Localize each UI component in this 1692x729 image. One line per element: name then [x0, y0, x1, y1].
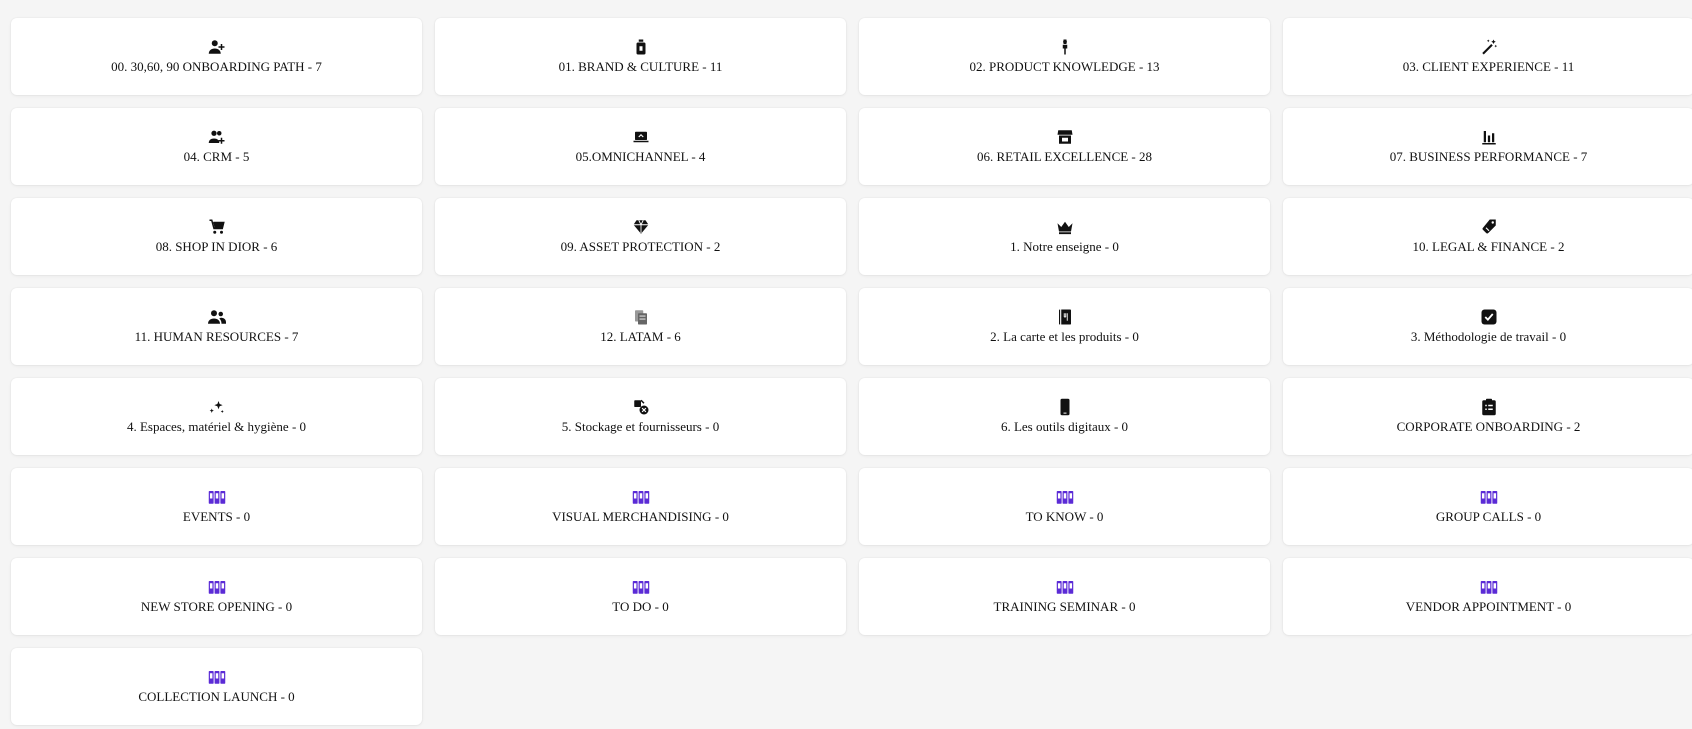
category-label: 4. Espaces, matériel & hygiène - 0 — [126, 419, 307, 434]
diamond-icon — [632, 218, 650, 236]
category-label: TO KNOW - 0 — [1025, 509, 1104, 524]
category-label: 01. BRAND & CULTURE - 11 — [558, 59, 723, 74]
binders-icon — [208, 578, 226, 596]
people-icon — [207, 308, 226, 326]
category-card[interactable]: 00. 30,60, 90 ONBOARDING PATH - 7 — [11, 18, 422, 95]
binders-icon — [632, 578, 650, 596]
price-tag-icon — [1480, 218, 1498, 236]
binders-icon — [208, 668, 226, 686]
category-card[interactable]: CORPORATE ONBOARDING - 2 — [1283, 378, 1692, 455]
category-card[interactable]: VENDOR APPOINTMENT - 0 — [1283, 558, 1692, 635]
checkbox-icon — [1480, 308, 1498, 326]
documents-icon — [632, 308, 650, 326]
person-add-icon — [208, 38, 226, 56]
category-card[interactable]: COLLECTION LAUNCH - 0 — [11, 648, 422, 725]
category-label: 2. La carte et les produits - 0 — [990, 329, 1139, 344]
category-label: 06. RETAIL EXCELLENCE - 28 — [976, 149, 1153, 164]
clipboard-list-icon — [1480, 398, 1498, 416]
lipstick-icon — [1056, 38, 1074, 56]
binders-icon — [1480, 578, 1498, 596]
category-card[interactable]: 12. LATAM - 6 — [435, 288, 846, 365]
category-card[interactable]: 10. LEGAL & FINANCE - 2 — [1283, 198, 1692, 275]
category-card[interactable]: 09. ASSET PROTECTION - 2 — [435, 198, 846, 275]
category-label: 08. SHOP IN DIOR - 6 — [155, 239, 278, 254]
category-label: GROUP CALLS - 0 — [1435, 509, 1542, 524]
category-card[interactable]: 4. Espaces, matériel & hygiène - 0 — [11, 378, 422, 455]
magic-wand-icon — [1480, 38, 1498, 56]
category-card[interactable]: 06. RETAIL EXCELLENCE - 28 — [859, 108, 1270, 185]
category-card[interactable]: TO DO - 0 — [435, 558, 846, 635]
category-label: 07. BUSINESS PERFORMANCE - 7 — [1389, 149, 1588, 164]
category-card[interactable]: 03. CLIENT EXPERIENCE - 11 — [1283, 18, 1692, 95]
category-label: 00. 30,60, 90 ONBOARDING PATH - 7 — [111, 59, 322, 74]
category-card[interactable]: 5. Stockage et fournisseurs - 0 — [435, 378, 846, 455]
category-label: 6. Les outils digitaux - 0 — [1000, 419, 1129, 434]
category-label: TRAINING SEMINAR - 0 — [993, 599, 1136, 614]
category-card[interactable]: 01. BRAND & CULTURE - 11 — [435, 18, 846, 95]
category-card[interactable]: GROUP CALLS - 0 — [1283, 468, 1692, 545]
smartphone-icon — [1056, 398, 1074, 416]
category-label: COLLECTION LAUNCH - 0 — [138, 689, 295, 704]
binders-icon — [208, 488, 226, 506]
category-card[interactable]: 04. CRM - 5 — [11, 108, 422, 185]
category-card[interactable]: NEW STORE OPENING - 0 — [11, 558, 422, 635]
category-label: 10. LEGAL & FINANCE - 2 — [1412, 239, 1565, 254]
category-label: 5. Stockage et fournisseurs - 0 — [561, 419, 720, 434]
category-card[interactable]: 02. PRODUCT KNOWLEDGE - 13 — [859, 18, 1270, 95]
category-grid: 00. 30,60, 90 ONBOARDING PATH - 7 01. BRA… — [11, 18, 1692, 725]
group-add-icon — [208, 128, 226, 146]
category-label: 11. HUMAN RESOURCES - 7 — [134, 329, 299, 344]
crown-icon — [1056, 218, 1074, 236]
storefront-icon — [1056, 128, 1074, 146]
bar-chart-icon — [1480, 128, 1498, 146]
category-card[interactable]: 05.OMNICHANNEL - 4 — [435, 108, 846, 185]
category-card[interactable]: VISUAL MERCHANDISING - 0 — [435, 468, 846, 545]
category-card[interactable]: 11. HUMAN RESOURCES - 7 — [11, 288, 422, 365]
binders-icon — [1056, 488, 1074, 506]
category-label: 09. ASSET PROTECTION - 2 — [560, 239, 721, 254]
category-card[interactable]: EVENTS - 0 — [11, 468, 422, 545]
binders-icon — [1056, 578, 1074, 596]
category-label: 02. PRODUCT KNOWLEDGE - 13 — [969, 59, 1160, 74]
category-card[interactable]: 3. Méthodologie de travail - 0 — [1283, 288, 1692, 365]
category-card[interactable]: 1. Notre enseigne - 0 — [859, 198, 1270, 275]
category-card[interactable]: 07. BUSINESS PERFORMANCE - 7 — [1283, 108, 1692, 185]
binders-icon — [1480, 488, 1498, 506]
category-label: NEW STORE OPENING - 0 — [140, 599, 293, 614]
menu-book-icon — [1056, 308, 1074, 326]
category-label: 1. Notre enseigne - 0 — [1010, 239, 1119, 254]
category-label: EVENTS - 0 — [182, 509, 251, 524]
category-label: TO DO - 0 — [612, 599, 669, 614]
category-card[interactable]: TO KNOW - 0 — [859, 468, 1270, 545]
perfume-bottle-icon — [632, 38, 650, 56]
category-label: 04. CRM - 5 — [183, 149, 250, 164]
binders-icon — [632, 488, 650, 506]
category-card[interactable]: 08. SHOP IN DIOR - 6 — [11, 198, 422, 275]
category-label: 3. Méthodologie de travail - 0 — [1410, 329, 1567, 344]
category-label: 03. CLIENT EXPERIENCE - 11 — [1402, 59, 1575, 74]
sparkles-icon — [208, 398, 226, 416]
category-label: 05.OMNICHANNEL - 4 — [575, 149, 706, 164]
shopping-cart-icon — [208, 218, 226, 236]
laptop-icon — [632, 128, 650, 146]
category-label: 12. LATAM - 6 — [600, 329, 681, 344]
category-label: VENDOR APPOINTMENT - 0 — [1405, 599, 1572, 614]
category-label: CORPORATE ONBOARDING - 2 — [1396, 419, 1581, 434]
category-card[interactable]: 6. Les outils digitaux - 0 — [859, 378, 1270, 455]
category-card[interactable]: TRAINING SEMINAR - 0 — [859, 558, 1270, 635]
category-card[interactable]: 2. La carte et les produits - 0 — [859, 288, 1270, 365]
supplies-icon — [632, 398, 650, 416]
category-label: VISUAL MERCHANDISING - 0 — [552, 509, 729, 524]
